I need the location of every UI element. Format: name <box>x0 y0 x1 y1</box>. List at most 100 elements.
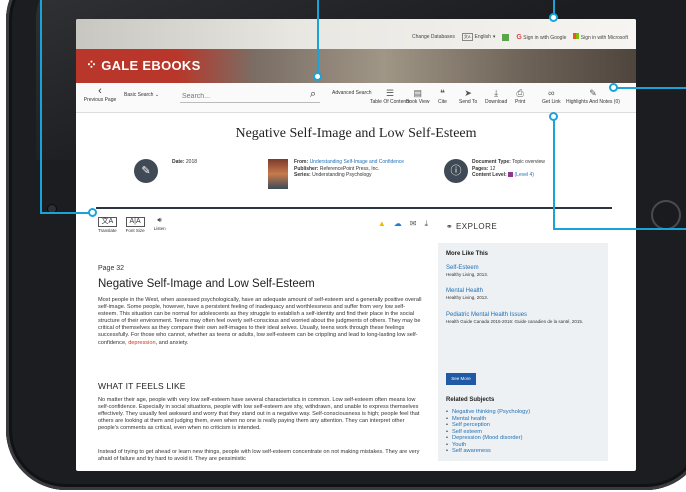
tool-label: Highlights And Notes (0) <box>566 99 620 105</box>
pages-value: 12 <box>489 165 496 172</box>
previous-page-label: Previous Page <box>83 97 117 103</box>
doc-type-value: Topic overview <box>512 159 545 165</box>
document-title: Negative Self-Image and Low Self-Esteem <box>235 126 477 141</box>
top-bar: Change Databases 文A English ▾ G Sign in … <box>76 19 636 49</box>
item-source: Healthy Living, 2013. <box>446 272 489 277</box>
book-view-button[interactable]: ▤ Book View <box>406 87 430 105</box>
level-icon <box>508 172 514 178</box>
download-button[interactable]: ⤓ Download <box>485 87 507 105</box>
tool-label: Table Of Contents <box>370 99 411 105</box>
item-link[interactable]: Self-Esteem <box>446 265 604 272</box>
item-link[interactable]: Pediatric Mental Health Issues <box>446 312 604 319</box>
toolbar: ‹ Previous Page Basic Search ⌄ ⌕ Advance… <box>76 83 636 113</box>
send-to-button[interactable]: ➤ Send To <box>459 87 477 105</box>
listen-label: Listen <box>153 226 166 231</box>
article-heading: Negative Self-Image and Low Self-Esteem <box>98 278 315 290</box>
source-info: From: Understanding Self-Image and Confi… <box>294 159 424 179</box>
chevron-down-icon: ▾ <box>492 34 496 40</box>
item-link[interactable]: Mental Health <box>446 288 604 295</box>
font-size-label: Font Size <box>125 228 145 233</box>
language-label: English <box>474 34 491 40</box>
sign-in-microsoft-link[interactable]: Sign in with Microsoft <box>573 33 628 41</box>
item-source: Health Guide Canada 2015-2016: Guide can… <box>446 319 584 324</box>
microsoft-icon <box>573 33 580 39</box>
date-label: Date: <box>172 159 185 165</box>
callout-dot <box>313 72 322 81</box>
series-label: Series: <box>294 172 311 178</box>
search-input[interactable] <box>180 90 320 103</box>
download-icon[interactable]: ⤓ <box>424 219 428 229</box>
article-tools: 文A Translate A|A Font Size 🔊︎ Listen <box>98 217 166 233</box>
callout-line <box>553 0 555 14</box>
font-size-icon: A|A <box>125 217 145 227</box>
send-icon: ➤ <box>464 88 472 98</box>
tool-label: Download <box>485 99 508 105</box>
tool-label: Get Link <box>542 99 561 105</box>
subject-link[interactable]: Self awareness <box>446 448 530 455</box>
from-label: From: <box>294 159 309 165</box>
content-level-value[interactable]: (Level 4) <box>515 172 534 178</box>
app-screen: Change Databases 文A English ▾ G Sign in … <box>76 19 636 471</box>
change-databases-link[interactable]: Change Databases <box>412 34 455 40</box>
list-icon: ☰ <box>385 88 395 98</box>
info-icon: ⓘ <box>444 159 468 183</box>
translate-icon: 文A <box>98 217 117 227</box>
gale-logo-icon: ⁘ <box>86 57 98 72</box>
list-item: Pediatric Mental Health Issues Health Gu… <box>446 312 604 325</box>
home-button[interactable] <box>651 200 681 230</box>
download-icon: ⤓ <box>494 88 499 98</box>
related-subjects-title: Related Subjects <box>446 397 495 403</box>
email-icon[interactable]: ✉ <box>410 219 417 229</box>
advanced-search-label: Advanced Search <box>332 90 372 96</box>
search-icon[interactable]: ⌕ <box>310 88 316 101</box>
paragraph: No matter their age, people with very lo… <box>98 397 420 432</box>
brand-name: GALE EBOOKS <box>101 57 201 73</box>
share-tools: ▲ ☁ ✉ ⤓ <box>378 219 428 229</box>
advanced-search-link[interactable]: Advanced Search <box>332 90 371 96</box>
cite-button[interactable]: ❝ Cite <box>438 87 447 105</box>
publisher-label: Publisher: <box>294 165 319 172</box>
sign-in-google-link[interactable]: G Sign in with Google <box>516 34 566 41</box>
date-info: Date: 2018 <box>172 159 197 166</box>
cite-icon: ❝ <box>440 88 445 98</box>
see-more-button[interactable]: See More <box>446 373 476 385</box>
section-heading: WHAT IT FEELS LIKE <box>98 381 186 391</box>
font-size-button[interactable]: A|A Font Size <box>125 217 145 233</box>
binoculars-icon: ⚭ <box>446 222 454 231</box>
doc-type-label: Document Type: <box>472 159 511 165</box>
language-select[interactable]: 文A English ▾ <box>461 33 496 41</box>
paragraph-text: Most people in the West, when assessed p… <box>98 297 422 346</box>
item-source: Healthy Living, 2013. <box>446 295 489 300</box>
print-icon: ⎙ <box>516 88 524 98</box>
pages-label: Pages: <box>472 165 489 172</box>
explore-header: ⚭ EXPLORE <box>446 222 497 231</box>
print-button[interactable]: ⎙ Print <box>515 87 525 105</box>
list-item: Mental Health Healthy Living, 2013. <box>446 288 604 301</box>
translate-button[interactable]: 文A Translate <box>98 217 117 233</box>
date-value: 2018 <box>185 159 198 165</box>
from-link[interactable]: Understanding Self-Image and Confidence <box>310 159 405 165</box>
listen-button[interactable]: 🔊︎ Listen <box>154 217 166 233</box>
get-link-button[interactable]: ∞ Get Link <box>542 87 561 105</box>
callout-line <box>553 228 686 230</box>
callout-dot <box>88 208 97 217</box>
document-info: Document Type: Topic overview Pages: 12 … <box>472 159 632 179</box>
callout-dot <box>549 112 558 121</box>
speaker-icon: 🔊︎ <box>157 217 162 224</box>
google-icon: G <box>516 33 522 41</box>
table-of-contents-button[interactable]: ☰ Table Of Contents <box>370 87 410 105</box>
paragraph-text-end: , and anxiety. <box>155 339 189 346</box>
section-divider <box>96 207 612 209</box>
depression-link[interactable]: depression <box>128 340 155 346</box>
gale-logo[interactable]: ⁘ GALE EBOOKS <box>86 57 201 73</box>
subjects-list: Negative thinking (Psychology) Mental he… <box>446 409 530 455</box>
green-square-icon <box>502 33 510 41</box>
explore-panel: More Like This Self-Esteem Healthy Livin… <box>438 243 608 461</box>
basic-search-dropdown[interactable]: Basic Search ⌄ <box>124 92 159 98</box>
explore-sidebar: ⚭ EXPLORE More Like This Self-Esteem Hea… <box>438 213 608 471</box>
onedrive-icon[interactable]: ☁ <box>394 219 402 229</box>
previous-page-button[interactable]: ‹ Previous Page <box>80 85 120 103</box>
google-drive-icon[interactable]: ▲ <box>378 219 386 229</box>
book-cover[interactable] <box>268 159 288 189</box>
sign-in-microsoft-label: Sign in with Microsoft <box>580 35 628 41</box>
